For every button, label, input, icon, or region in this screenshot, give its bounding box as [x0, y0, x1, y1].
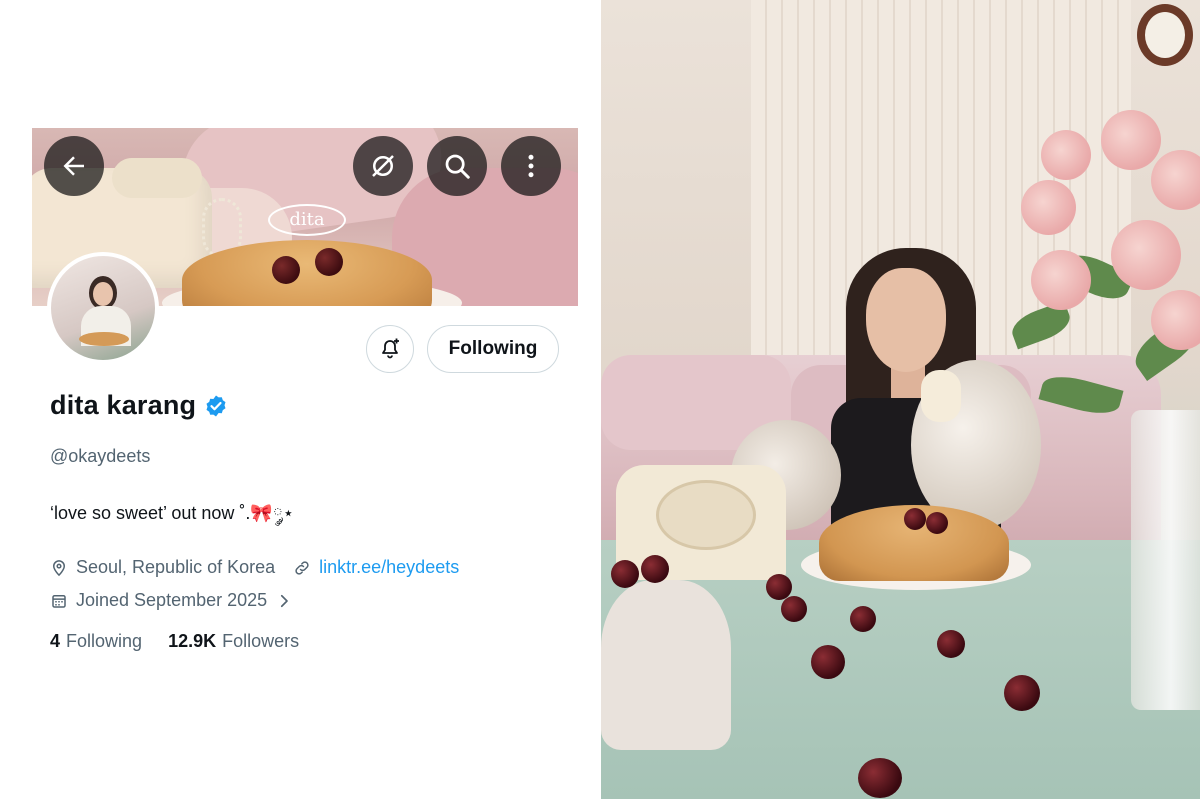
profile-panel: dita Following dita karang @okaydeets ‘l…: [0, 0, 601, 799]
profile-meta-location-row: Seoul, Republic of Korea linktr.ee/heyde…: [50, 557, 459, 578]
photo-rose: [1041, 130, 1091, 180]
photo-cherry: [858, 758, 902, 798]
photo-cherry: [926, 512, 948, 534]
back-arrow-icon: [63, 156, 84, 176]
link-icon: [295, 560, 309, 575]
banner-telephone-handset: [112, 158, 202, 198]
profile-name-row: dita karang: [50, 390, 228, 421]
following-count: 4: [50, 631, 61, 651]
grok-icon: [372, 155, 394, 177]
profile-website-link[interactable]: linktr.ee/heydeets: [319, 557, 459, 578]
bell-plus-icon: [382, 338, 399, 359]
profile-meta-joined-row[interactable]: Joined September 2025: [50, 590, 293, 611]
photo-cherry: [611, 560, 639, 588]
promo-photo: [601, 0, 1200, 799]
profile-bio: ‘love so sweet’ out now ˚.🎀༘⋆: [50, 503, 295, 523]
photo-rotary-dial: [656, 480, 756, 550]
banner-cherry: [315, 248, 343, 276]
photo-cherry: [641, 555, 669, 583]
photo-cherry: [904, 508, 926, 530]
back-button[interactable]: [44, 136, 104, 196]
notifications-button[interactable]: [366, 325, 414, 373]
followers-count-link[interactable]: 12.9K Followers: [168, 631, 299, 652]
following-button[interactable]: Following: [427, 325, 559, 373]
more-button[interactable]: [501, 136, 561, 196]
photo-rose: [1021, 180, 1076, 235]
photo-cupcake: [601, 580, 731, 750]
location-text: Seoul, Republic of Korea: [76, 557, 276, 577]
display-name: dita karang: [50, 390, 197, 420]
chevron-right-icon[interactable]: [275, 592, 293, 610]
photo-person-face: [866, 268, 946, 372]
photo-glass-vase: [1131, 410, 1200, 710]
photo-flower-bouquet: [1001, 110, 1200, 420]
photo-cherry: [1004, 675, 1040, 711]
photo-clock-face: [1145, 12, 1185, 58]
search-icon: [445, 154, 470, 179]
photo-rose: [1101, 110, 1161, 170]
photo-rose: [1031, 250, 1091, 310]
following-count-link[interactable]: 4 Following: [50, 631, 142, 652]
location-pin-icon: [52, 559, 66, 576]
photo-cherry: [850, 606, 876, 632]
followers-count: 12.9K: [168, 631, 217, 651]
photo-rose: [1111, 220, 1181, 290]
search-button[interactable]: [427, 136, 487, 196]
photo-cherry: [811, 645, 845, 679]
following-label: Following: [66, 631, 143, 651]
grok-button[interactable]: [353, 136, 413, 196]
banner-cherry: [272, 256, 300, 284]
calendar-icon: [52, 594, 66, 608]
photo-phone-handset: [921, 370, 961, 422]
photo-cherry: [937, 630, 965, 658]
banner-logo: dita: [268, 204, 346, 236]
avatar[interactable]: [47, 252, 159, 364]
username-handle: @okaydeets: [50, 446, 151, 466]
more-vertical-icon: [528, 154, 534, 178]
photo-cherry: [781, 596, 807, 622]
avatar-pie: [79, 332, 129, 346]
avatar-face: [93, 282, 113, 306]
joined-date-text: Joined September 2025: [76, 590, 268, 610]
follow-counts: 4 Following 12.9K Followers: [50, 631, 325, 652]
photo-rose: [1151, 150, 1200, 210]
followers-label: Followers: [222, 631, 300, 651]
verified-badge-icon[interactable]: [204, 394, 228, 418]
